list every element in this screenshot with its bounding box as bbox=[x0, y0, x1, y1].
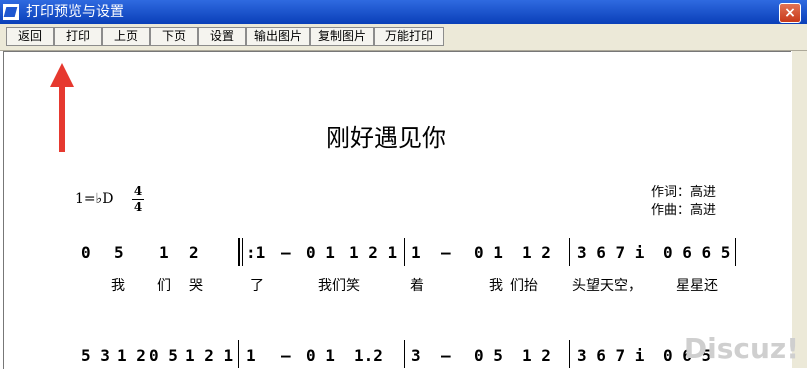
next-page-button[interactable]: 下页 bbox=[150, 27, 198, 46]
lyric: 着 bbox=[410, 278, 424, 294]
window-title: 打印预览与设置 bbox=[26, 4, 124, 20]
barline bbox=[735, 238, 736, 266]
note: 1 2 bbox=[117, 346, 146, 365]
song-title: 刚好遇见你 bbox=[326, 124, 446, 152]
lyric: 我们笑 bbox=[318, 278, 360, 294]
note: 0 5 bbox=[149, 346, 178, 365]
right-margin-area bbox=[792, 51, 807, 368]
lyricist: 作词：高进 bbox=[651, 185, 717, 200]
note: 0 bbox=[81, 243, 91, 262]
note: 2 bbox=[189, 243, 199, 262]
note: 1 bbox=[411, 243, 421, 262]
universal-print-button[interactable]: 万能打印 bbox=[374, 27, 444, 46]
prev-page-button[interactable]: 上页 bbox=[102, 27, 150, 46]
export-image-button[interactable]: 输出图片 bbox=[246, 27, 310, 46]
lyric: 了 bbox=[250, 278, 264, 294]
note: 0 1 bbox=[306, 346, 335, 365]
app-icon bbox=[3, 4, 19, 20]
note: – bbox=[441, 243, 451, 262]
barline bbox=[569, 340, 570, 368]
note: – bbox=[441, 346, 451, 365]
close-button[interactable]: × bbox=[779, 3, 801, 23]
note: :1 bbox=[246, 243, 266, 262]
note: 0 1 bbox=[306, 243, 335, 262]
note: 1 2 bbox=[522, 346, 551, 365]
barline bbox=[238, 340, 239, 368]
settings-button[interactable]: 设置 bbox=[198, 27, 246, 46]
note: 0 6 6 5 bbox=[663, 243, 731, 262]
lyric: 我 bbox=[111, 278, 125, 294]
lyric: 们抬 bbox=[510, 278, 538, 294]
copy-image-button[interactable]: 复制图片 bbox=[310, 27, 374, 46]
note: 1 2 1 bbox=[349, 243, 398, 262]
toolbar: 返回 打印 上页 下页 设置 输出图片 复制图片 万能打印 bbox=[0, 24, 807, 51]
barline bbox=[242, 238, 243, 266]
discuz-watermark: Discuz! bbox=[683, 332, 799, 365]
note: – bbox=[281, 243, 291, 262]
lyric: 哭 bbox=[189, 278, 203, 294]
note: – bbox=[281, 346, 291, 365]
note: 0 1 bbox=[474, 243, 503, 262]
composer: 作曲：高进 bbox=[651, 203, 717, 218]
barline bbox=[404, 238, 405, 266]
note: 1.2 bbox=[354, 346, 383, 365]
note: 1 bbox=[159, 243, 169, 262]
note: 1 bbox=[246, 346, 256, 365]
note: 0 5 bbox=[474, 346, 503, 365]
time-denominator: 4 bbox=[133, 200, 143, 214]
lyric: 们 bbox=[157, 278, 171, 294]
lyric: 我 bbox=[489, 278, 503, 294]
red-arrow-shaft bbox=[59, 84, 65, 152]
barline bbox=[238, 238, 240, 266]
note: 1 2 bbox=[522, 243, 551, 262]
note: 5 3 bbox=[81, 346, 110, 365]
note: 3 6 7 i bbox=[577, 243, 645, 262]
note: 1 2 1 bbox=[185, 346, 234, 365]
note: 5 bbox=[114, 243, 124, 262]
window-titlebar: 打印预览与设置 × bbox=[0, 0, 807, 24]
key-signature: 1=♭D bbox=[75, 191, 114, 207]
back-button[interactable]: 返回 bbox=[6, 27, 54, 46]
lyric: 头望天空， bbox=[572, 278, 642, 294]
time-signature: 4 4 bbox=[132, 184, 144, 215]
barline bbox=[569, 238, 570, 266]
print-button[interactable]: 打印 bbox=[54, 27, 102, 46]
lyric: 星星还 bbox=[676, 278, 718, 294]
time-numerator: 4 bbox=[133, 184, 143, 198]
note: 3 6 7 i bbox=[577, 346, 645, 365]
barline bbox=[404, 340, 405, 368]
note: 3 bbox=[411, 346, 421, 365]
